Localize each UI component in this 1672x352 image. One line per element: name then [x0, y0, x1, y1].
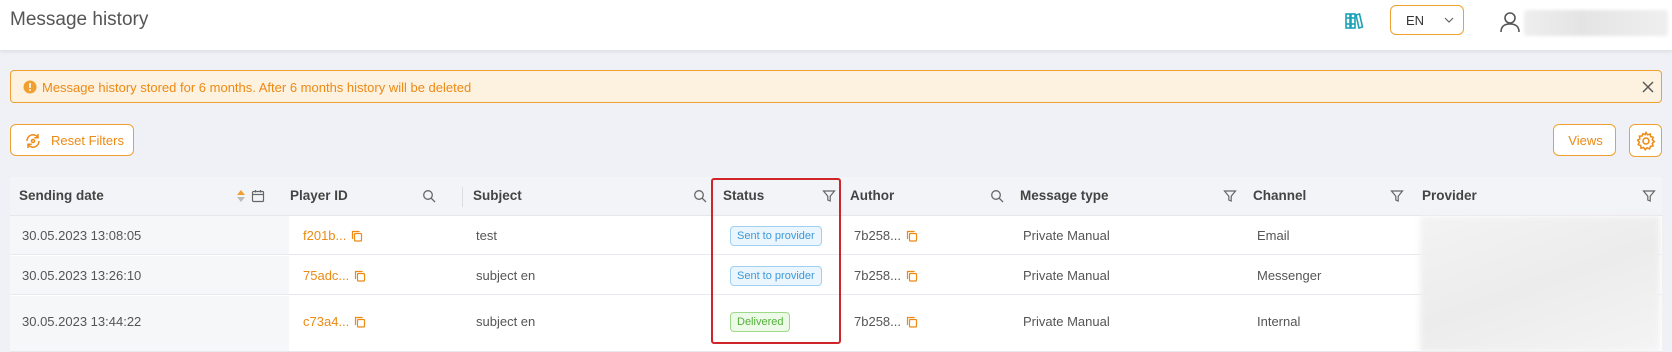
sending-date: 30.05.2023 13:44:22 — [22, 314, 142, 329]
filter-icon[interactable] — [1390, 189, 1404, 203]
search-icon[interactable] — [693, 189, 707, 203]
books-icon[interactable] — [1344, 11, 1364, 31]
column-label: Sending date — [19, 188, 104, 203]
column-channel: Channel — [1253, 177, 1419, 216]
language-value: EN — [1406, 13, 1425, 28]
column-label: Status — [723, 188, 765, 203]
column-label: Player ID — [290, 188, 348, 203]
reset-icon — [26, 134, 40, 148]
message-history-table: Sending date Player ID Subject Status Au… — [10, 177, 1662, 352]
page-title: Message history — [10, 9, 149, 30]
message-type: Private Manual — [1023, 268, 1110, 283]
column-label: Message type — [1020, 188, 1109, 203]
table-header: Sending date Player ID Subject Status Au… — [10, 177, 1662, 216]
column-label: Channel — [1253, 188, 1307, 203]
copy-icon[interactable] — [354, 316, 366, 328]
copy-icon[interactable] — [906, 316, 918, 328]
search-icon[interactable] — [422, 189, 436, 203]
author-link[interactable]: 7b258... — [854, 268, 918, 283]
subject: subject en — [476, 314, 536, 329]
column-sending-date: Sending date — [10, 177, 280, 216]
channel: Email — [1257, 228, 1290, 243]
search-icon[interactable] — [990, 189, 1004, 203]
calendar-icon[interactable] — [251, 189, 265, 203]
copy-icon[interactable] — [351, 230, 363, 242]
column-label: Provider — [1422, 188, 1477, 203]
table-row[interactable]: 30.05.2023 13:08:05 f201b... test Sent t… — [10, 216, 1662, 255]
column-label: Author — [850, 188, 895, 203]
column-status: Status — [722, 177, 850, 216]
player-id-link[interactable]: f201b... — [303, 228, 363, 243]
user-name-redacted[interactable] — [1524, 10, 1668, 36]
channel: Messenger — [1257, 268, 1322, 283]
reset-filters-button[interactable]: Reset Filters — [10, 124, 134, 156]
column-subject: Subject — [463, 177, 722, 216]
info-icon — [23, 80, 37, 94]
language-select[interactable]: EN — [1390, 5, 1464, 35]
subject: subject en — [476, 268, 536, 283]
sending-date: 30.05.2023 13:08:05 — [22, 228, 142, 243]
retention-alert: Message history stored for 6 months. Aft… — [10, 70, 1662, 103]
chevron-down-icon — [1444, 17, 1454, 23]
copy-icon[interactable] — [906, 270, 918, 282]
copy-icon[interactable] — [906, 230, 918, 242]
user-icon[interactable] — [1498, 10, 1522, 34]
sending-date: 30.05.2023 13:26:10 — [22, 268, 142, 283]
gear-icon — [1636, 131, 1656, 151]
player-id-link[interactable]: 75adc... — [303, 268, 366, 283]
status-badge: Sent to provider — [730, 226, 822, 246]
author-link[interactable]: 7b258... — [854, 228, 918, 243]
column-author: Author — [850, 177, 1020, 216]
settings-button[interactable] — [1629, 124, 1662, 157]
column-label: Subject — [473, 188, 522, 203]
table-row[interactable]: 30.05.2023 13:26:10 75adc... subject en … — [10, 256, 1662, 295]
views-label: Views — [1568, 133, 1603, 148]
table-row[interactable]: 30.05.2023 13:44:22 c73a4... subject en … — [10, 296, 1662, 352]
alert-text: Message history stored for 6 months. Aft… — [42, 80, 472, 95]
column-message-type: Message type — [1020, 177, 1247, 216]
top-bar: Message history EN — [0, 0, 1672, 50]
column-player-id: Player ID — [280, 177, 439, 216]
status-badge: Sent to provider — [730, 266, 822, 286]
reset-filters-label: Reset Filters — [51, 133, 124, 148]
author-link[interactable]: 7b258... — [854, 314, 918, 329]
filter-icon[interactable] — [1642, 189, 1656, 203]
provider-redacted — [1420, 216, 1660, 352]
status-badge: Delivered — [730, 312, 791, 332]
close-icon[interactable] — [1641, 80, 1655, 94]
message-type: Private Manual — [1023, 228, 1110, 243]
message-type: Private Manual — [1023, 314, 1110, 329]
channel: Internal — [1257, 314, 1301, 329]
copy-icon[interactable] — [354, 270, 366, 282]
column-provider: Provider — [1422, 177, 1662, 216]
sort-icon[interactable] — [234, 189, 248, 203]
filter-icon[interactable] — [1223, 189, 1237, 203]
views-button[interactable]: Views — [1553, 124, 1616, 156]
filter-icon[interactable] — [822, 189, 836, 203]
subject: test — [476, 228, 497, 243]
player-id-link[interactable]: c73a4... — [303, 314, 366, 329]
